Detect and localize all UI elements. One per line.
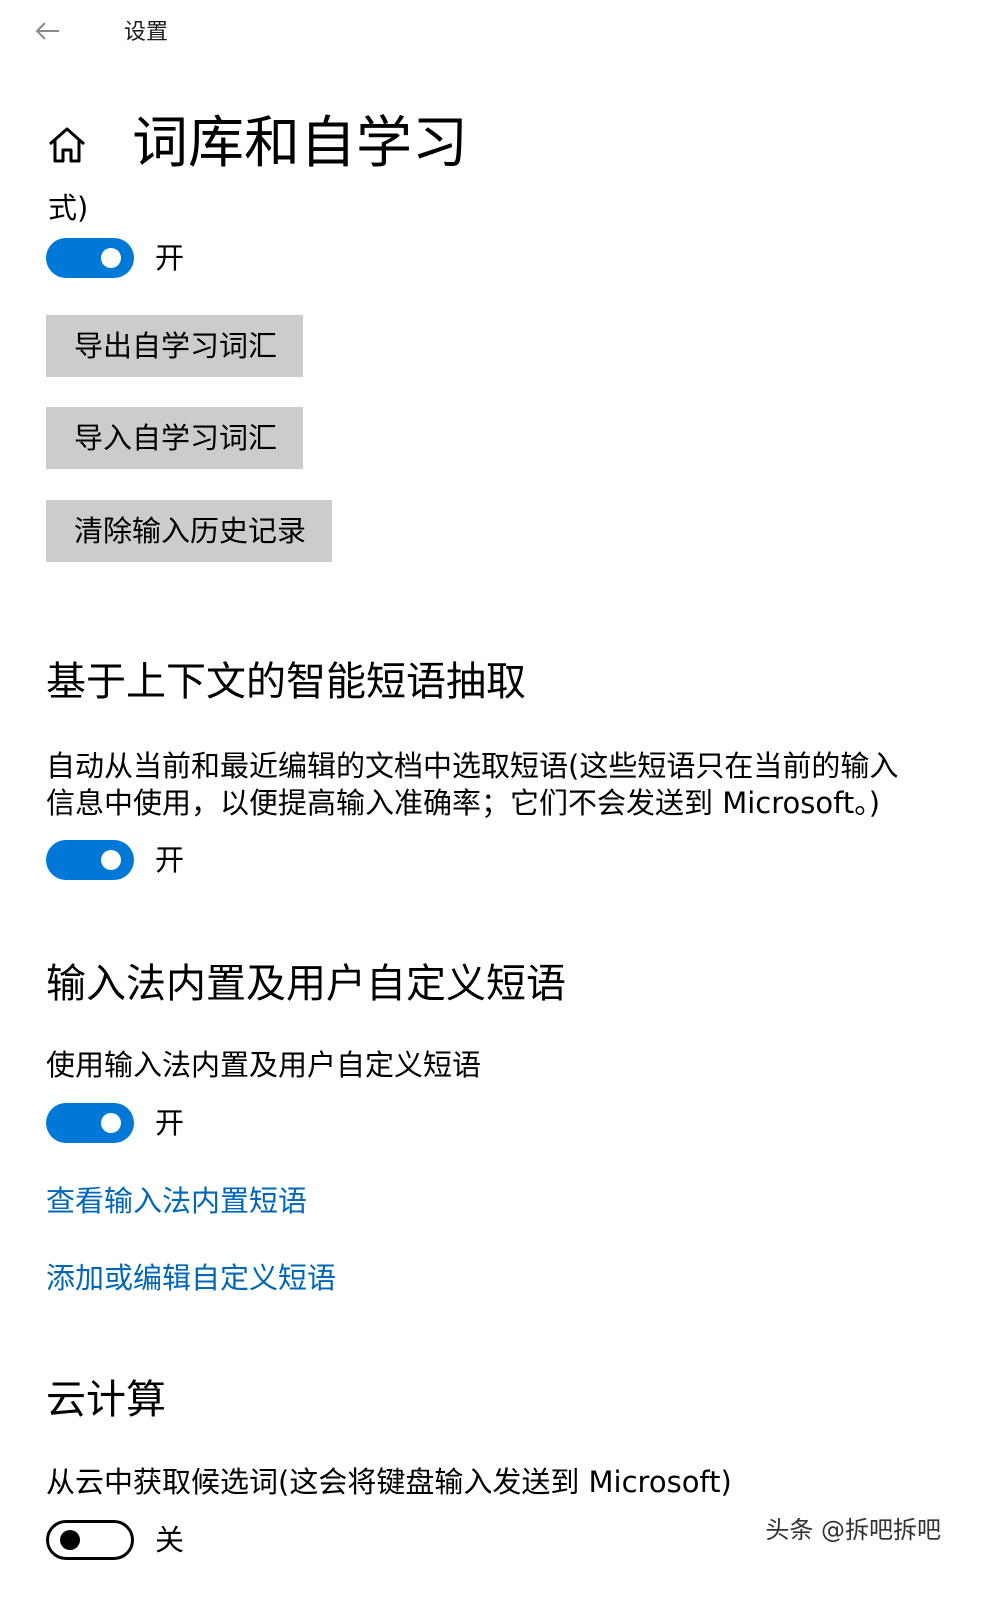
self-learning-toggle[interactable] — [46, 238, 134, 278]
context-phrases-toggle[interactable] — [46, 840, 134, 880]
home-icon[interactable] — [46, 124, 88, 166]
cloud-heading: 云计算 — [46, 1377, 166, 1423]
builtin-phrases-toggle-label: 开 — [155, 1106, 185, 1140]
back-arrow-icon — [34, 21, 60, 45]
cloud-toggle[interactable] — [46, 1520, 134, 1560]
toggle-knob — [60, 1530, 80, 1550]
context-phrases-heading: 基于上下文的智能短语抽取 — [46, 659, 526, 705]
clear-input-history-button[interactable]: 清除输入历史记录 — [46, 500, 332, 562]
context-phrases-description-line2: 信息中使用，以便提高输入准确率；它们不会发送到 Microsoft。) — [46, 786, 881, 820]
context-phrases-description-line1: 自动从当前和最近编辑的文档中选取短语(这些短语只在当前的输入 — [46, 749, 899, 783]
context-phrases-toggle-label: 开 — [155, 843, 185, 877]
builtin-phrases-heading: 输入法内置及用户自定义短语 — [46, 961, 566, 1007]
toggle-knob — [101, 1113, 121, 1133]
watermark: 头条 @拆吧拆吧 — [765, 1516, 941, 1544]
self-learning-toggle-label: 开 — [155, 241, 185, 275]
page-title: 词库和自学习 — [132, 111, 468, 176]
toggle-knob — [101, 850, 121, 870]
cloud-description: 从云中获取候选词(这会将键盘输入发送到 Microsoft) — [46, 1465, 732, 1499]
cloud-toggle-label: 关 — [155, 1523, 185, 1557]
truncated-description: 式) — [48, 191, 89, 225]
export-vocabulary-button[interactable]: 导出自学习词汇 — [46, 315, 303, 377]
builtin-phrases-description: 使用输入法内置及用户自定义短语 — [46, 1048, 482, 1082]
builtin-phrases-toggle[interactable] — [46, 1103, 134, 1143]
app-title: 设置 — [124, 20, 169, 45]
back-button[interactable] — [30, 18, 64, 48]
import-vocabulary-button[interactable]: 导入自学习词汇 — [46, 407, 303, 469]
toggle-knob — [101, 248, 121, 268]
edit-custom-phrases-link[interactable]: 添加或编辑自定义短语 — [46, 1258, 336, 1298]
view-builtin-phrases-link[interactable]: 查看输入法内置短语 — [46, 1181, 307, 1221]
